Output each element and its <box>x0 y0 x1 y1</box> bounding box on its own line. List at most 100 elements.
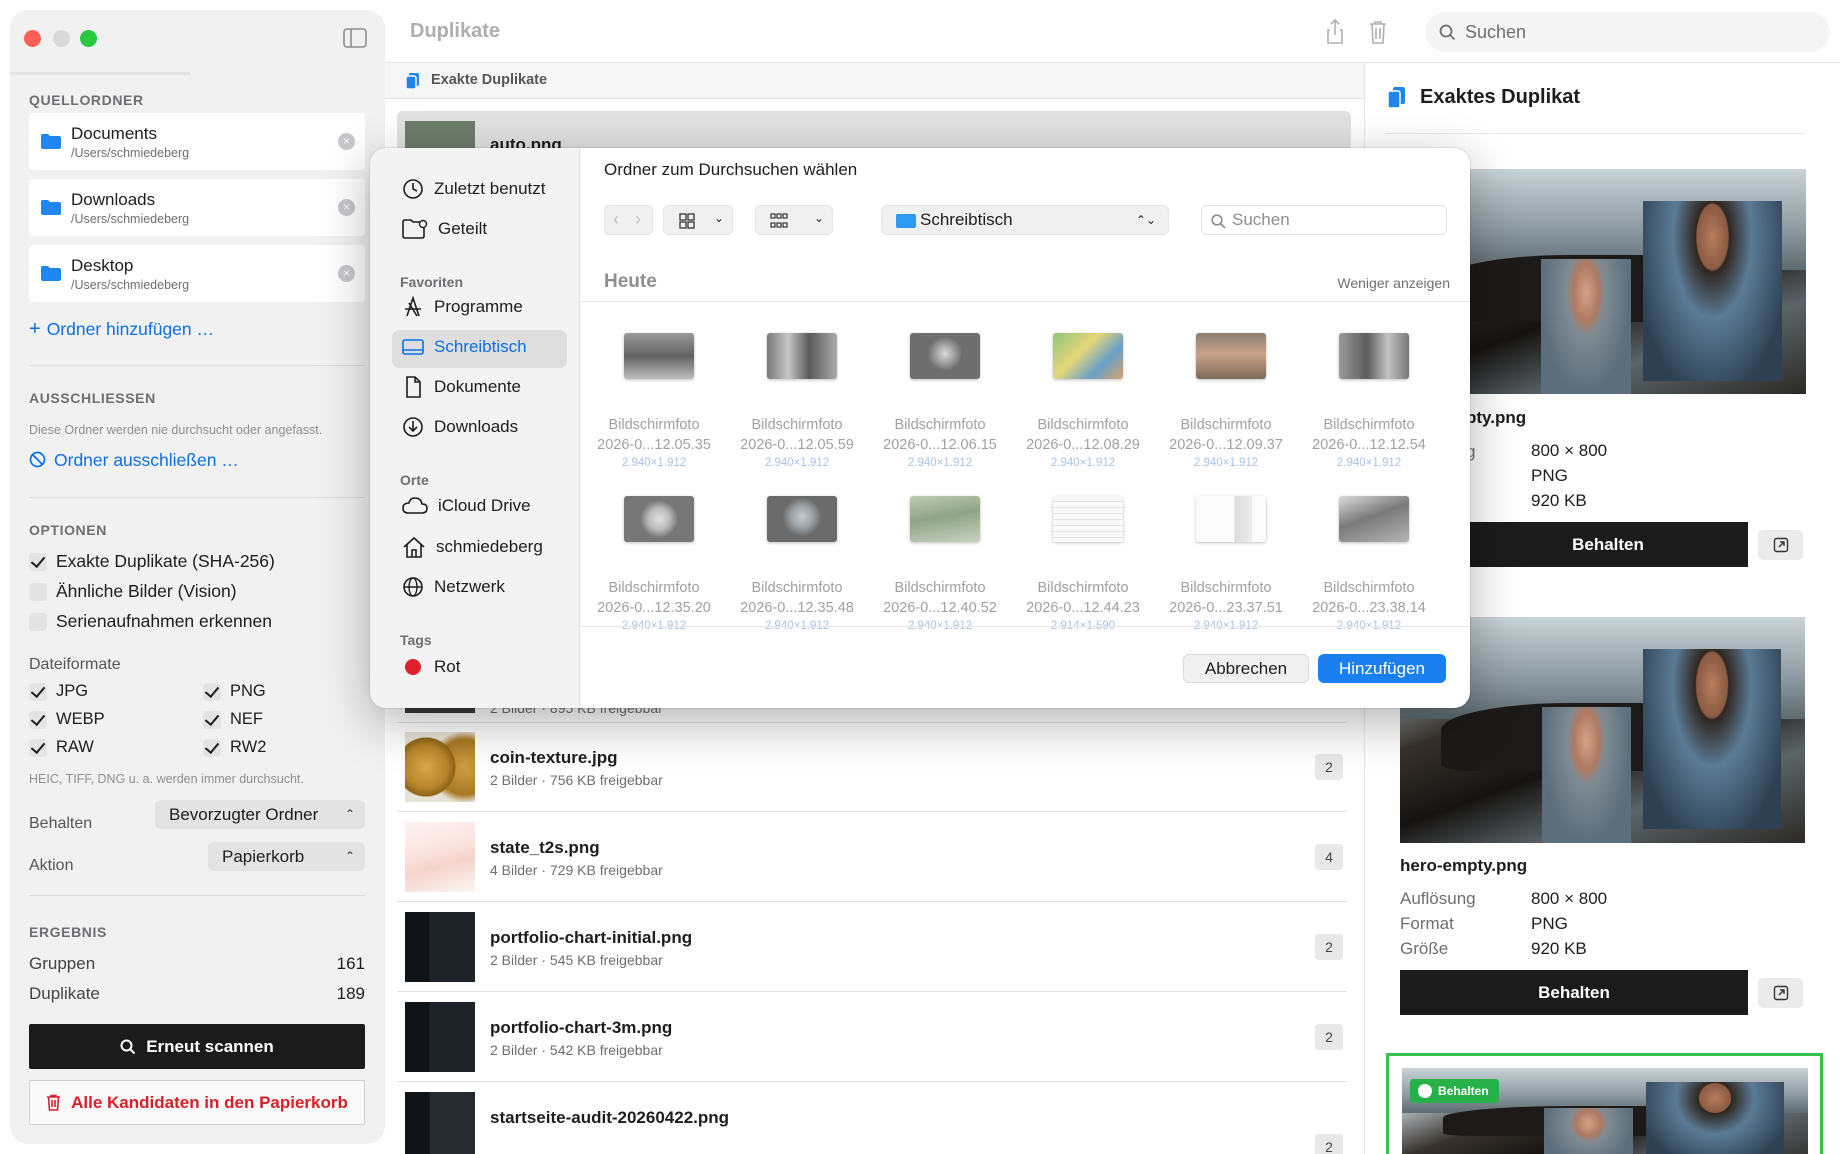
open-external-icon <box>1773 537 1788 553</box>
checkbox-checked[interactable] <box>203 738 221 757</box>
action-select[interactable]: Papierkorb ⌃ <box>208 842 365 871</box>
location-select[interactable]: Schreibtisch ⌃⌄ <box>881 205 1169 235</box>
sidebar-item-tag-red[interactable]: Rot <box>402 656 460 678</box>
file-item[interactable]: Bildschirmfoto 2026-0...23.37.51 2.940×1… <box>1156 496 1296 646</box>
open-in-finder-button[interactable] <box>1758 530 1803 560</box>
option-burst-detection[interactable]: Serienaufnahmen erkennen <box>29 611 272 632</box>
file-item[interactable]: Bildschirmfoto 2026-0...12.40.52 2.940×1… <box>870 496 1010 646</box>
checkbox-checked[interactable] <box>29 682 47 701</box>
file-name-line1: Bildschirmfoto <box>1037 417 1129 433</box>
sidebar-item-recent[interactable]: Zuletzt benutzt <box>402 178 546 200</box>
list-row[interactable]: state_t2s.png 4 Bilder · 729 KB freigebb… <box>397 812 1347 902</box>
option-exact-duplicates[interactable]: Exakte Duplikate (SHA-256) <box>29 551 275 572</box>
group-mode-button[interactable]: ⌄ <box>755 205 833 235</box>
file-name-line2: 2026-0...12.35.48 <box>740 600 854 616</box>
checkbox-checked[interactable] <box>203 710 221 729</box>
trash-all-button[interactable]: Alle Kandidaten in den Papierkorb <box>29 1080 365 1125</box>
file-item[interactable]: Bildschirmfoto 2026-0...12.05.59 2.940×1… <box>727 333 867 483</box>
back-forward-buttons[interactable]: ‹ › <box>604 205 653 235</box>
format-jpg[interactable]: JPG <box>29 682 88 701</box>
file-item[interactable]: Bildschirmfoto 2026-0...12.35.20 2.940×1… <box>584 496 724 646</box>
sidebar-item-downloads[interactable]: Downloads <box>402 416 518 438</box>
keep-button[interactable]: Behalten <box>1468 522 1748 567</box>
checkbox-checked[interactable] <box>29 710 47 729</box>
updown-chevron-icon: ⌃ <box>344 807 355 821</box>
file-item[interactable]: Bildschirmfoto 2026-0...12.06.15 2.940×1… <box>870 333 1010 483</box>
file-item[interactable]: Bildschirmfoto 2026-0...12.35.48 2.940×1… <box>727 496 867 646</box>
zoom-window-button[interactable] <box>80 30 97 47</box>
exclude-folder-link[interactable]: Ordner ausschließen … <box>29 450 239 471</box>
remove-folder-icon[interactable]: × <box>338 133 355 150</box>
format-webp[interactable]: WEBP <box>29 710 105 729</box>
format-rw2[interactable]: RW2 <box>203 738 266 757</box>
sidebar-item-schreibtisch[interactable]: Schreibtisch <box>402 336 527 358</box>
window-title: Duplikate <box>410 20 501 42</box>
toolbar-search-field[interactable]: Suchen <box>1425 12 1830 52</box>
back-chevron-icon[interactable]: ‹ <box>613 209 619 230</box>
list-row[interactable]: coin-texture.jpg 2 Bilder · 756 KB freig… <box>397 722 1347 812</box>
file-item[interactable]: Bildschirmfoto 2026-0...12.09.37 2.940×1… <box>1156 333 1296 483</box>
globe-icon <box>403 577 423 597</box>
show-less-link[interactable]: Weniger anzeigen <box>1337 275 1450 291</box>
format-raw[interactable]: RAW <box>29 738 94 757</box>
dialog-search-field[interactable]: Suchen <box>1201 205 1447 235</box>
sidebar-item-dokumente[interactable]: Dokumente <box>402 376 521 398</box>
sidebar-item-icloud[interactable]: iCloud Drive <box>402 496 531 516</box>
add-folder-link[interactable]: + Ordner hinzufügen … <box>29 318 214 341</box>
formats-hint: HEIC, TIFF, DNG u. a. werden immer durch… <box>29 772 304 786</box>
exclude-title: AUSSCHLIESSEN <box>29 390 156 406</box>
kept-image-card[interactable] <box>1386 1053 1823 1154</box>
list-row[interactable]: portfolio-chart-3m.png 2 Bilder · 542 KB… <box>397 992 1347 1082</box>
source-folder-desktop[interactable]: Desktop /Users/schmiedeberg × <box>29 245 365 302</box>
rescan-button[interactable]: Erneut scannen <box>29 1024 365 1069</box>
file-name-line1: Bildschirmfoto <box>894 417 986 433</box>
close-window-button[interactable] <box>24 30 41 47</box>
sidebar-item-label: Netzwerk <box>434 577 505 596</box>
sidebar-item-home[interactable]: schmiedeberg <box>402 536 543 558</box>
file-dimensions: 2.940×1.912 <box>1050 457 1116 469</box>
minimize-window-button[interactable] <box>53 30 70 47</box>
location-value: Schreibtisch <box>920 210 1013 229</box>
remove-folder-icon[interactable]: × <box>338 199 355 216</box>
option-similar-images[interactable]: Ähnliche Bilder (Vision) <box>29 581 237 602</box>
list-row-selected[interactable]: auto.png <box>397 111 1351 154</box>
source-folder-documents[interactable]: Documents /Users/schmiedeberg × <box>29 113 365 170</box>
file-name-line1: Bildschirmfoto <box>1037 580 1129 596</box>
cancel-button[interactable]: Abbrechen <box>1183 654 1309 683</box>
file-item[interactable]: Bildschirmfoto 2026-0...23.38.14 2.940×1… <box>1299 496 1439 646</box>
list-row[interactable]: startseite-audit-20260422.png 2 <box>397 1082 1347 1154</box>
sidebar-item-programme[interactable]: Programme <box>402 296 523 318</box>
share-icon[interactable] <box>1320 17 1350 47</box>
sidebar-item-network[interactable]: Netzwerk <box>402 576 505 598</box>
source-folder-path: /Users/schmiedeberg <box>71 278 190 292</box>
keep-select-value: Bevorzugter Ordner <box>169 805 319 824</box>
open-in-finder-button[interactable] <box>1758 978 1803 1008</box>
sidebar-item-shared[interactable]: Geteilt <box>402 218 487 240</box>
view-mode-button[interactable]: ⌄ <box>663 205 733 235</box>
source-folder-downloads[interactable]: Downloads /Users/schmiedeberg × <box>29 179 365 236</box>
file-item[interactable]: Bildschirmfoto 2026-0...12.08.29 2.940×1… <box>1013 333 1153 483</box>
checkbox-unchecked[interactable] <box>29 582 47 601</box>
search-placeholder: Suchen <box>1465 22 1527 42</box>
favorites-title: Favoriten <box>400 274 464 290</box>
keep-select[interactable]: Bevorzugter Ordner ⌃ <box>155 800 365 829</box>
file-name-line2: 2026-0...23.38.14 <box>1312 600 1426 616</box>
keep-button[interactable]: Behalten <box>1400 970 1748 1015</box>
checkbox-checked[interactable] <box>203 682 221 701</box>
checkbox-checked[interactable] <box>29 738 47 757</box>
sidebar-toggle-icon[interactable] <box>343 28 367 53</box>
remove-folder-icon[interactable]: × <box>338 265 355 282</box>
chevron-down-icon: ⌄ <box>814 211 825 225</box>
file-item[interactable]: Bildschirmfoto 2026-0...12.44.23 2.914×1… <box>1013 496 1153 646</box>
sidebar-item-label: Zuletzt benutzt <box>434 179 546 198</box>
list-row[interactable]: portfolio-chart-initial.png 2 Bilder · 5… <box>397 902 1347 992</box>
format-nef[interactable]: NEF <box>203 710 263 729</box>
format-png[interactable]: PNG <box>203 682 266 701</box>
forward-chevron-icon[interactable]: › <box>635 209 641 230</box>
checkbox-unchecked[interactable] <box>29 612 47 631</box>
trash-icon[interactable] <box>1363 17 1393 47</box>
add-button[interactable]: Hinzufügen <box>1318 654 1446 683</box>
file-item[interactable]: Bildschirmfoto 2026-0...12.12.54 2.940×1… <box>1299 333 1439 483</box>
checkbox-checked[interactable] <box>29 552 47 571</box>
file-item[interactable]: Bildschirmfoto 2026-0...12.05.35 2.940×1… <box>584 333 724 483</box>
